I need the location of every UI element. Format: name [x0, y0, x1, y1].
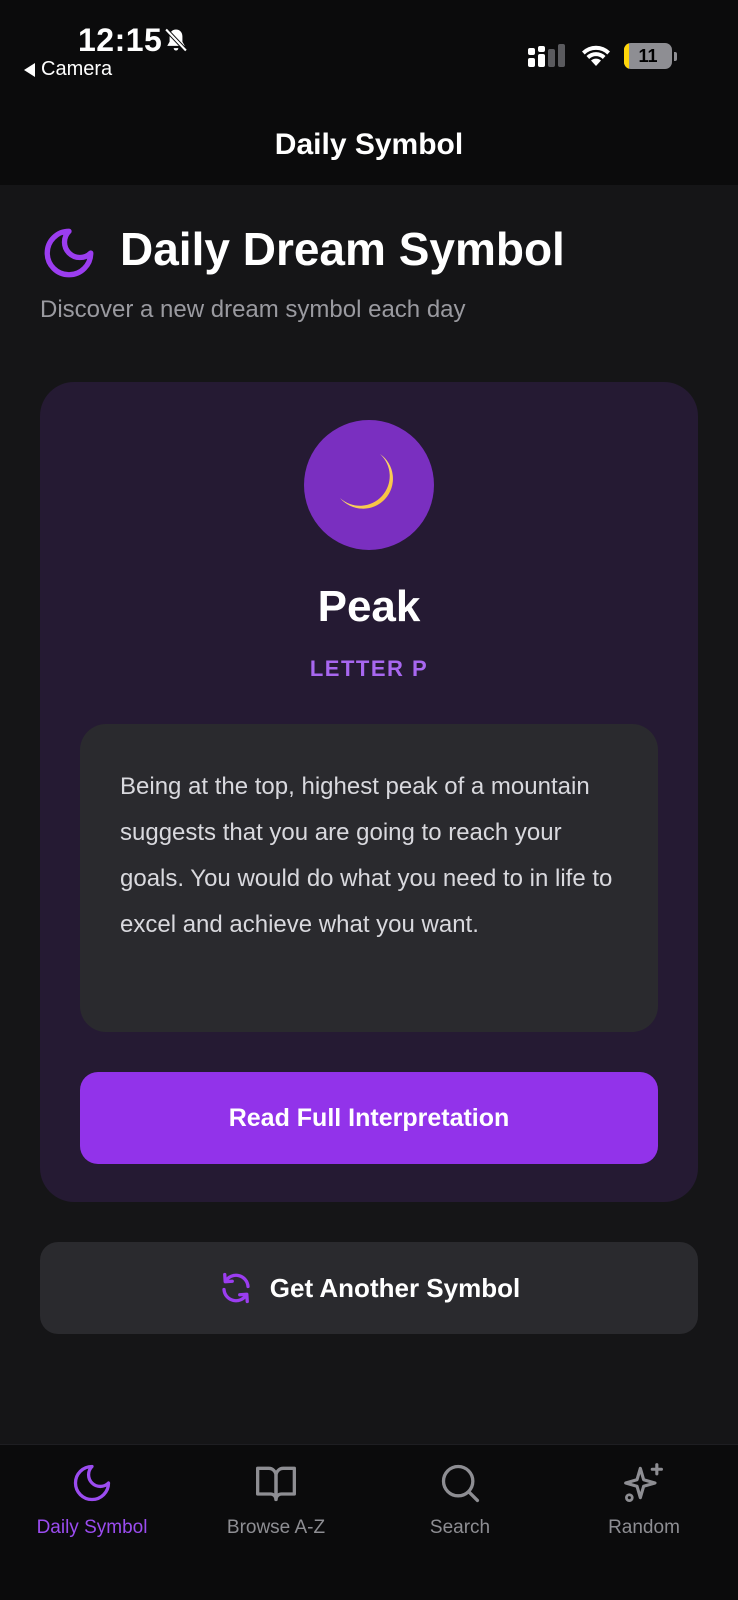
- wifi-icon: [582, 45, 610, 66]
- book-icon: [256, 1466, 296, 1502]
- get-another-symbol-button[interactable]: Get Another Symbol: [40, 1242, 698, 1334]
- description-box: Being at the top, highest peak of a moun…: [80, 724, 658, 1032]
- tab-bar: Daily Symbol Browse A-Z Search Random: [0, 1444, 738, 1600]
- tab-label: Browse A-Z: [226, 1517, 326, 1538]
- read-full-interpretation-button[interactable]: Read Full Interpretation: [80, 1072, 658, 1164]
- back-label: Camera: [41, 58, 113, 80]
- moon-icon: [44, 228, 94, 278]
- battery-cap: [674, 52, 677, 61]
- screen: 12:15 Camera 11 Daily Symbol Daily Dream…: [0, 0, 738, 1600]
- tab-daily-symbol[interactable]: Daily Symbol: [0, 1461, 184, 1561]
- symbol-letter: LETTER P: [309, 656, 429, 681]
- tab-browse-a-z[interactable]: Browse A-Z: [184, 1461, 368, 1561]
- symbol-name: Peak: [317, 582, 421, 631]
- battery-indicator: 11: [624, 43, 672, 69]
- tab-label: Search: [429, 1517, 491, 1538]
- bell-slash-icon: [164, 28, 188, 52]
- status-bar: 12:15 Camera 11: [0, 0, 738, 110]
- sparkles-icon: [624, 1463, 663, 1502]
- symbol-description: Being at the top, highest peak of a moun…: [120, 773, 613, 938]
- refresh-icon: [222, 1272, 250, 1304]
- tab-random[interactable]: Random: [552, 1461, 736, 1561]
- status-time: 12:15: [78, 22, 163, 58]
- moon-icon: [73, 1464, 111, 1502]
- tab-label: Daily Symbol: [36, 1517, 148, 1538]
- search-icon: [441, 1464, 480, 1503]
- page-subtitle: Discover a new dream symbol each day: [40, 296, 466, 323]
- battery-percent: 11: [638, 46, 658, 66]
- nav-title: Daily Symbol: [274, 128, 464, 161]
- symbol-avatar: [304, 420, 434, 550]
- crescent-moon-icon: [340, 454, 393, 509]
- cellular-signal-icon: [528, 44, 565, 67]
- tab-label: Random: [608, 1517, 680, 1538]
- page-title: Daily Dream Symbol: [120, 223, 565, 275]
- tab-search[interactable]: Search: [368, 1461, 552, 1561]
- back-arrow-icon: [24, 62, 35, 77]
- back-to-camera-link[interactable]: Camera: [24, 58, 112, 81]
- symbol-card: Peak LETTER P Being at the top, highest …: [40, 382, 698, 1202]
- get-another-symbol-label: Get Another Symbol: [269, 1272, 521, 1303]
